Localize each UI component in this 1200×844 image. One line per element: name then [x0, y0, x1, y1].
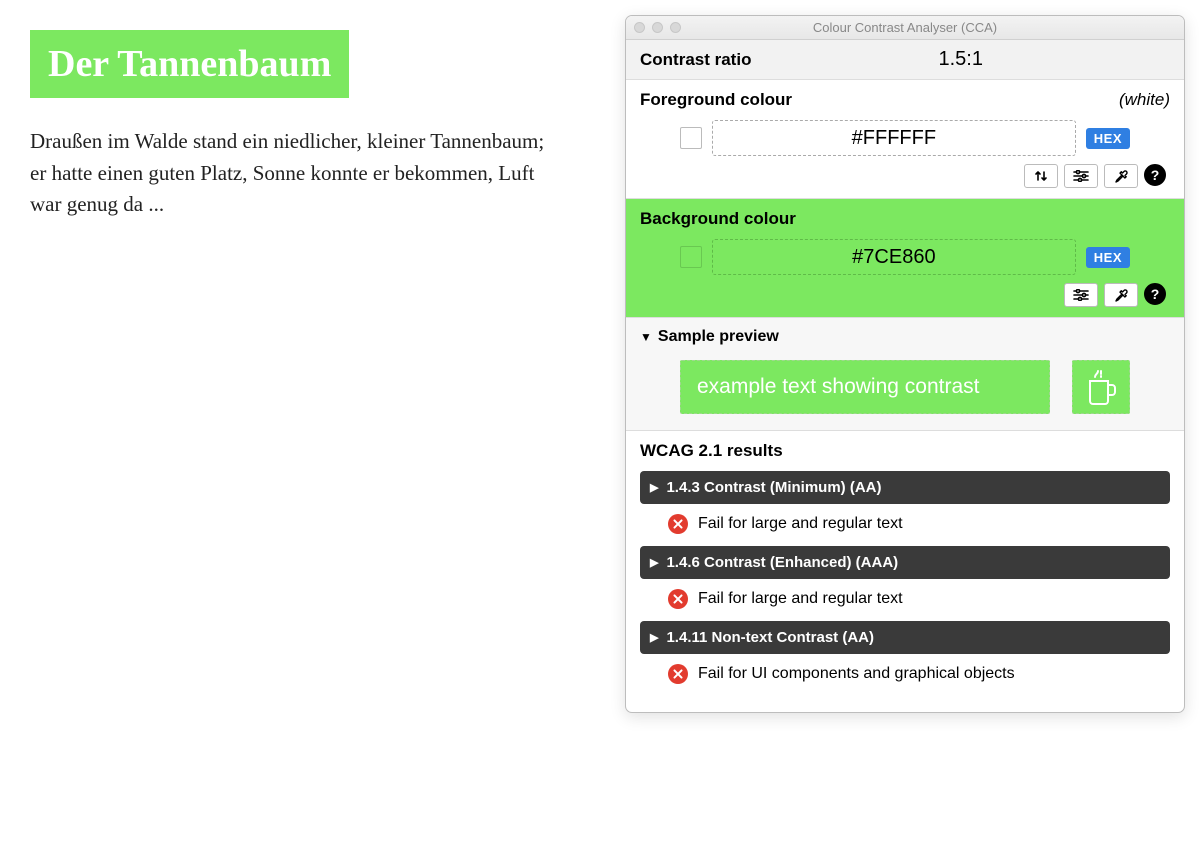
sample-paragraph: Draußen im Walde stand ein niedlicher, k… [30, 126, 550, 221]
foreground-eyedropper-button[interactable] [1104, 164, 1138, 188]
fail-icon [668, 514, 688, 534]
eyedropper-icon [1114, 288, 1129, 303]
disclosure-right-icon: ▶ [650, 556, 658, 569]
foreground-section: Foreground colour (white) #FFFFFF HEX ? [626, 80, 1184, 199]
foreground-hex-input[interactable]: #FFFFFF [712, 120, 1076, 156]
fail-icon [668, 664, 688, 684]
window-titlebar[interactable]: Colour Contrast Analyser (CCA) [626, 16, 1184, 40]
background-swatch[interactable] [680, 246, 702, 268]
sliders-icon [1073, 289, 1089, 301]
wcag-item-1411-result: Fail for UI components and graphical obj… [640, 654, 1170, 696]
background-hex-input[interactable]: #7CE860 [712, 239, 1076, 275]
eyedropper-icon [1114, 169, 1129, 184]
wcag-item-143-title: 1.4.3 Contrast (Minimum) (AA) [666, 479, 881, 496]
background-help-button[interactable]: ? [1144, 283, 1166, 305]
sample-page: Der Tannenbaum Draußen im Walde stand ei… [30, 30, 550, 221]
wcag-item-1411-msg: Fail for UI components and graphical obj… [698, 665, 1015, 683]
sliders-icon [1073, 170, 1089, 182]
foreground-sliders-button[interactable] [1064, 164, 1098, 188]
foreground-name: (white) [1119, 90, 1170, 110]
fail-icon [668, 589, 688, 609]
sample-preview-toggle[interactable]: ▼ Sample preview [640, 328, 1170, 346]
background-eyedropper-button[interactable] [1104, 283, 1138, 307]
disclosure-down-icon: ▼ [640, 330, 652, 344]
disclosure-right-icon: ▶ [650, 631, 658, 644]
foreground-help-button[interactable]: ? [1144, 164, 1166, 186]
foreground-hex-value: #FFFFFF [852, 127, 936, 150]
wcag-item-146-msg: Fail for large and regular text [698, 590, 903, 608]
wcag-item-1411-title: 1.4.11 Non-text Contrast (AA) [666, 629, 874, 646]
sample-text-preview[interactable]: example text showing contrast [680, 360, 1050, 414]
swap-colors-button[interactable] [1024, 164, 1058, 188]
contrast-ratio-value: 1.5:1 [751, 48, 1170, 71]
background-label: Background colour [640, 209, 796, 229]
background-sliders-button[interactable] [1064, 283, 1098, 307]
foreground-label: Foreground colour [640, 90, 792, 110]
window-title: Colour Contrast Analyser (CCA) [626, 20, 1184, 35]
disclosure-right-icon: ▶ [650, 481, 658, 494]
wcag-results-section: WCAG 2.1 results ▶ 1.4.3 Contrast (Minim… [626, 431, 1184, 712]
wcag-item-146[interactable]: ▶ 1.4.6 Contrast (Enhanced) (AAA) [640, 546, 1170, 579]
wcag-item-1411[interactable]: ▶ 1.4.11 Non-text Contrast (AA) [640, 621, 1170, 654]
foreground-swatch[interactable] [680, 127, 702, 149]
background-format-button[interactable]: HEX [1086, 247, 1130, 268]
wcag-item-146-title: 1.4.6 Contrast (Enhanced) (AAA) [666, 554, 898, 571]
background-hex-value: #7CE860 [852, 246, 935, 269]
mug-icon [1084, 367, 1118, 407]
sample-preview-label: Sample preview [658, 328, 779, 346]
sample-icon-preview[interactable] [1072, 360, 1130, 414]
wcag-item-146-result: Fail for large and regular text [640, 579, 1170, 621]
swap-icon [1034, 169, 1048, 183]
contrast-ratio-row: Contrast ratio 1.5:1 [626, 40, 1184, 80]
wcag-item-143-msg: Fail for large and regular text [698, 515, 903, 533]
wcag-item-143[interactable]: ▶ 1.4.3 Contrast (Minimum) (AA) [640, 471, 1170, 504]
contrast-ratio-label: Contrast ratio [640, 50, 751, 70]
cca-window: Colour Contrast Analyser (CCA) Contrast … [625, 15, 1185, 713]
sample-heading: Der Tannenbaum [30, 30, 349, 98]
wcag-results-header: WCAG 2.1 results [640, 441, 1170, 461]
foreground-format-button[interactable]: HEX [1086, 128, 1130, 149]
wcag-item-143-result: Fail for large and regular text [640, 504, 1170, 546]
sample-preview-section: ▼ Sample preview example text showing co… [626, 318, 1184, 431]
background-section: Background colour #7CE860 HEX ? [626, 199, 1184, 318]
